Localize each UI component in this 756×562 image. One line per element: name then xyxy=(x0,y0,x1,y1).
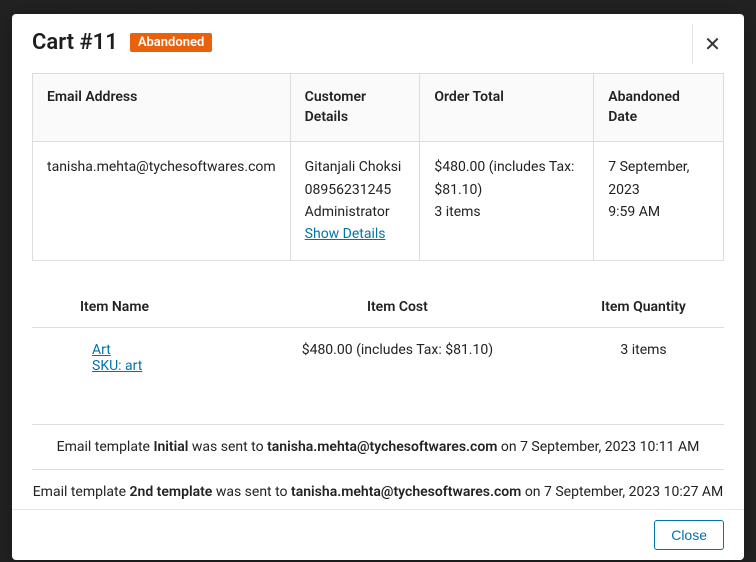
cart-items-table: Item Name Item Cost Item Quantity Art SK… xyxy=(32,289,724,388)
customer-role: Administrator xyxy=(305,204,390,220)
cell-item-qty: 3 items xyxy=(563,327,724,388)
table-row: Art SKU: art $480.00 (includes Tax: $81.… xyxy=(32,327,724,388)
order-total-value: $480.00 (includes Tax: $81.10) xyxy=(434,159,574,197)
status-badge: Abandoned xyxy=(130,33,213,52)
col-date: Abandoned Date xyxy=(594,74,724,142)
email-log-entry: Email template 2nd template was sent to … xyxy=(32,470,724,509)
log-prefix: Email template xyxy=(57,439,154,455)
log-prefix: Email template xyxy=(33,484,130,500)
col-email: Email Address xyxy=(33,74,291,142)
table-header-row: Item Name Item Cost Item Quantity xyxy=(32,289,724,328)
log-template-name: 2nd template xyxy=(130,484,213,500)
table-row: tanisha.mehta@tychesoftwares.com Gitanja… xyxy=(33,142,724,261)
col-item-name: Item Name xyxy=(32,289,232,328)
cell-customer: Gitanjali Choksi 08956231245 Administrat… xyxy=(290,142,420,261)
cell-item-name: Art SKU: art xyxy=(32,327,232,388)
col-item-cost: Item Cost xyxy=(232,289,563,328)
cell-order-total: $480.00 (includes Tax: $81.10) 3 items xyxy=(420,142,594,261)
cell-item-cost: $480.00 (includes Tax: $81.10) xyxy=(232,327,563,388)
log-email: tanisha.mehta@tychesoftwares.com xyxy=(291,484,521,500)
log-mid: was sent to xyxy=(188,439,267,455)
log-mid: was sent to xyxy=(212,484,291,500)
log-suffix: on 7 September, 2023 10:27 AM xyxy=(521,484,723,500)
col-total: Order Total xyxy=(420,74,594,142)
cell-abandoned-date: 7 September, 2023 9:59 AM xyxy=(594,142,724,261)
col-item-qty: Item Quantity xyxy=(563,289,724,328)
modal-header: Cart #11 Abandoned ✕ xyxy=(12,14,744,73)
table-header-row: Email Address Customer Details Order Tot… xyxy=(33,74,724,142)
col-customer: Customer Details xyxy=(290,74,420,142)
customer-name: Gitanjali Choksi xyxy=(305,159,402,175)
log-template-name: Initial xyxy=(153,439,188,455)
modal-body[interactable]: Email Address Customer Details Order Tot… xyxy=(12,73,744,509)
log-email: tanisha.mehta@tychesoftwares.com xyxy=(267,439,497,455)
close-icon[interactable]: ✕ xyxy=(692,24,732,64)
modal-title: Cart #11 xyxy=(32,30,118,55)
show-details-link[interactable]: Show Details xyxy=(305,226,386,242)
order-items-count: 3 items xyxy=(434,204,480,220)
cart-info-table: Email Address Customer Details Order Tot… xyxy=(32,73,724,261)
item-name-link[interactable]: Art xyxy=(92,342,111,358)
close-button[interactable]: Close xyxy=(654,520,724,550)
abandoned-time: 9:59 AM xyxy=(608,204,660,220)
modal-footer: Close xyxy=(12,509,744,560)
customer-phone: 08956231245 xyxy=(305,182,392,198)
item-sku-link[interactable]: SKU: art xyxy=(92,358,224,374)
abandoned-date: 7 September, 2023 xyxy=(608,159,689,197)
log-suffix: on 7 September, 2023 10:11 AM xyxy=(497,439,699,455)
cart-detail-modal: Cart #11 Abandoned ✕ Email Address Custo… xyxy=(12,14,744,560)
email-log-entry: Email template Initial was sent to tanis… xyxy=(32,425,724,470)
cell-email: tanisha.mehta@tychesoftwares.com xyxy=(33,142,291,261)
